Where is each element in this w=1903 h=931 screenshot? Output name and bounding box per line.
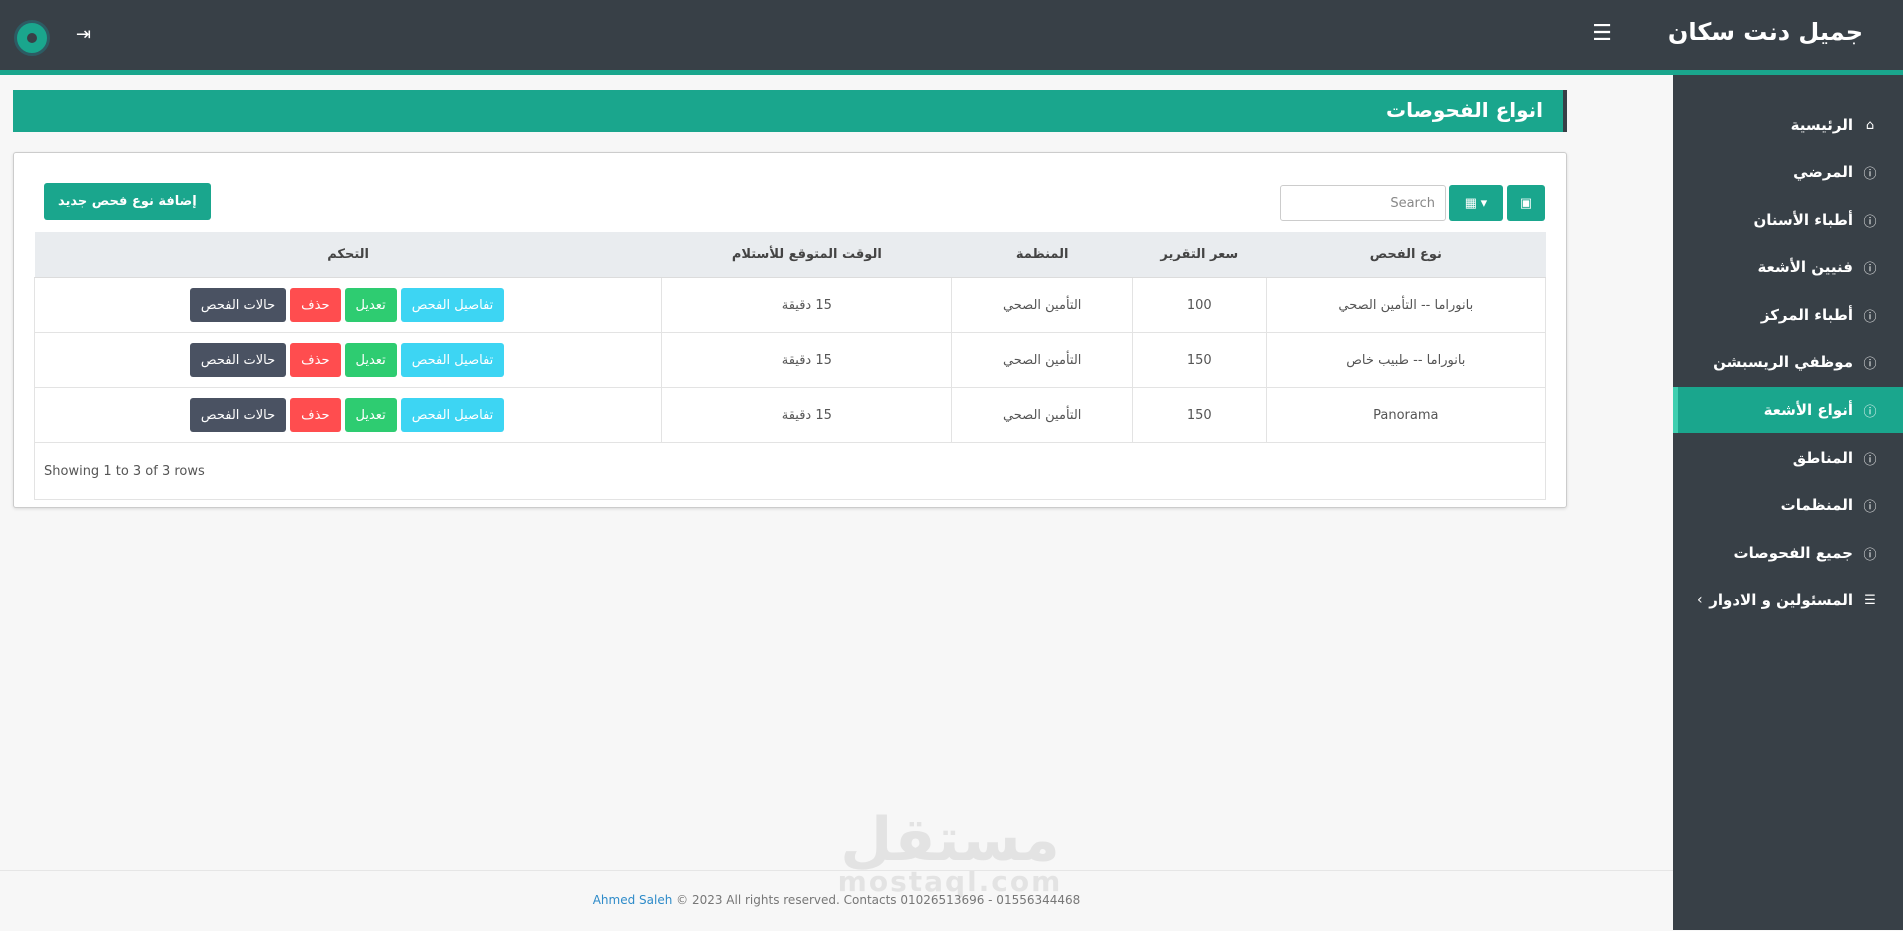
cell-report-price: 150 <box>1132 332 1267 388</box>
exam-states-button[interactable]: حالات الفحص <box>189 398 287 432</box>
delete-button[interactable]: حذف <box>290 343 341 377</box>
row-actions: تفاصيل الفحص تعديل حذف حالات الفحص <box>33 332 663 388</box>
app-brand[interactable]: جميل دنت سكان <box>1668 18 1863 46</box>
footer-author-link[interactable]: Ahmed Saleh <box>593 893 673 907</box>
menu-toggle-icon[interactable]: ☰ <box>1590 22 1614 46</box>
columns-icon: ▦ ▾ <box>1464 195 1488 210</box>
sidebar-item-all-exams[interactable]: جميع الفحوصات ⓘ <box>1673 530 1903 576</box>
sidebar-item-label: المسئولين و الادوار <box>1709 591 1853 609</box>
cell-organization: التأمين الصحي <box>951 332 1133 388</box>
delete-button[interactable]: حذف <box>290 398 341 432</box>
sidebar-item-label: جميع الفحوصات <box>1733 544 1853 562</box>
info-icon: ⓘ <box>1863 452 1877 468</box>
home-icon: ⌂ <box>1865 117 1875 133</box>
exam-details-button[interactable]: تفاصيل الفحص <box>400 288 505 322</box>
page-title: انواع الفحوصات <box>1385 98 1543 122</box>
pagination-row: Showing 1 to 3 of 3 rows <box>34 442 1546 500</box>
page-title-bar: انواع الفحوصات <box>13 90 1567 132</box>
sidebar-item-dentists[interactable]: أطباء الأسنان ⓘ <box>1673 197 1903 243</box>
footer-copyright: © 2023 All rights reserved. Contacts 010… <box>672 893 1081 907</box>
table-header-row: التحكم الوقت المتوقع للأستلام المنظمة سع… <box>34 232 1546 278</box>
column-header-control[interactable]: التحكم <box>34 232 662 278</box>
info-icon: ⓘ <box>1863 356 1877 372</box>
search-input[interactable] <box>1280 185 1446 221</box>
sidebar-item-patients[interactable]: المرضي ⓘ <box>1673 149 1903 195</box>
add-exam-type-button[interactable]: إضافة نوع فحص جديد <box>44 183 211 220</box>
column-header-expected-time[interactable]: الوقت المتوقع للأستلام <box>661 232 952 278</box>
top-bar: ⇥ ☰ جميل دنت سكان <box>0 0 1903 75</box>
info-icon: ⓘ <box>1863 404 1877 420</box>
sidebar-item-admins-roles[interactable]: ‹ المسئولين و الادوار ☰ <box>1673 577 1903 623</box>
info-icon: ⓘ <box>1863 261 1877 277</box>
exam-types-table: التحكم الوقت المتوقع للأستلام المنظمة سع… <box>33 232 1547 500</box>
cell-exam-type: بانوراما -- التأمين الصحي <box>1265 277 1547 333</box>
edit-button[interactable]: تعديل <box>344 288 397 322</box>
info-icon: ⓘ <box>1863 499 1877 515</box>
sidebar-item-label: الرئيسية <box>1790 116 1853 134</box>
sidebar-item-radiology-technicians[interactable]: فنيين الأشعة ⓘ <box>1673 244 1903 290</box>
sidebar-item-label: المنظمات <box>1780 496 1853 514</box>
sidebar-item-label: أطباء الأسنان <box>1753 211 1853 229</box>
table-row: تفاصيل الفحص تعديل حذف حالات الفحص 15 دق… <box>33 332 1547 388</box>
sidebar-item-home[interactable]: الرئيسية ⌂ <box>1673 102 1903 148</box>
cell-report-price: 100 <box>1132 277 1267 333</box>
sidebar-item-xray-types[interactable]: أنواع الأشعة ⓘ <box>1673 387 1903 433</box>
sidebar-item-label: المناطق <box>1792 449 1853 467</box>
cell-expected-time: 15 دقيقة <box>661 387 953 443</box>
exam-states-button[interactable]: حالات الفحص <box>189 288 287 322</box>
cell-exam-type: Panorama <box>1265 387 1547 443</box>
sidebar-item-label: المرضي <box>1793 163 1853 181</box>
logout-icon[interactable]: ⇥ <box>76 24 91 45</box>
info-icon: ⓘ <box>1863 166 1877 182</box>
column-header-organization[interactable]: المنظمة <box>951 232 1133 278</box>
column-header-report-price[interactable]: سعر التقرير <box>1132 232 1267 278</box>
delete-button[interactable]: حذف <box>290 288 341 322</box>
row-actions: تفاصيل الفحص تعديل حذف حالات الفحص <box>33 387 663 443</box>
edit-button[interactable]: تعديل <box>344 343 397 377</box>
pagination-info: Showing 1 to 3 of 3 rows <box>34 442 1546 500</box>
chevron-left-icon[interactable]: ‹ <box>1697 592 1703 608</box>
sidebar-item-label: موظفي الريسبشن <box>1713 353 1853 371</box>
sidebar: الرئيسية ⌂ المرضي ⓘ أطباء الأسنان ⓘ فنيي… <box>1673 75 1903 930</box>
table-row: تفاصيل الفحص تعديل حذف حالات الفحص 15 دق… <box>33 387 1547 443</box>
sidebar-item-regions[interactable]: المناطق ⓘ <box>1673 435 1903 481</box>
sidebar-item-label: أطباء المركز <box>1760 306 1853 324</box>
exam-details-button[interactable]: تفاصيل الفحص <box>400 343 505 377</box>
sidebar-item-center-doctors[interactable]: أطباء المركز ⓘ <box>1673 292 1903 338</box>
table-row: تفاصيل الفحص تعديل حذف حالات الفحص 15 دق… <box>33 277 1547 333</box>
toggle-view-button[interactable]: ▣ <box>1507 185 1545 221</box>
column-header-exam-type[interactable]: نوع الفحص <box>1266 232 1546 278</box>
cell-organization: التأمين الصحي <box>951 277 1133 333</box>
sidebar-item-organizations[interactable]: المنظمات ⓘ <box>1673 482 1903 528</box>
cell-organization: التأمين الصحي <box>951 387 1133 443</box>
row-actions: تفاصيل الفحص تعديل حذف حالات الفحص <box>33 277 663 333</box>
exam-states-button[interactable]: حالات الفحص <box>189 343 287 377</box>
sidebar-item-label: أنواع الأشعة <box>1763 401 1853 419</box>
edit-button[interactable]: تعديل <box>344 398 397 432</box>
cell-expected-time: 15 دقيقة <box>661 332 953 388</box>
cell-exam-type: بانوراما -- طبيب خاص <box>1265 332 1547 388</box>
info-icon: ⓘ <box>1863 214 1877 230</box>
columns-dropdown-button[interactable]: ▦ ▾ <box>1449 185 1503 221</box>
exam-details-button[interactable]: تفاصيل الفحص <box>400 398 505 432</box>
info-icon: ⓘ <box>1863 309 1877 325</box>
cell-report-price: 150 <box>1132 387 1267 443</box>
sidebar-item-label: فنيين الأشعة <box>1757 258 1853 276</box>
footer: Ahmed Saleh © 2023 All rights reserved. … <box>0 870 1673 931</box>
list-icon: ☰ <box>1864 592 1876 608</box>
toggle-icon: ▣ <box>1519 195 1533 210</box>
info-icon: ⓘ <box>1863 547 1877 563</box>
cell-expected-time: 15 دقيقة <box>661 277 953 333</box>
exam-types-card: إضافة نوع فحص جديد ▦ ▾ ▣ التحكم الوقت ال… <box>13 152 1567 508</box>
user-avatar[interactable] <box>14 20 50 56</box>
sidebar-item-reception-staff[interactable]: موظفي الريسبشن ⓘ <box>1673 339 1903 385</box>
